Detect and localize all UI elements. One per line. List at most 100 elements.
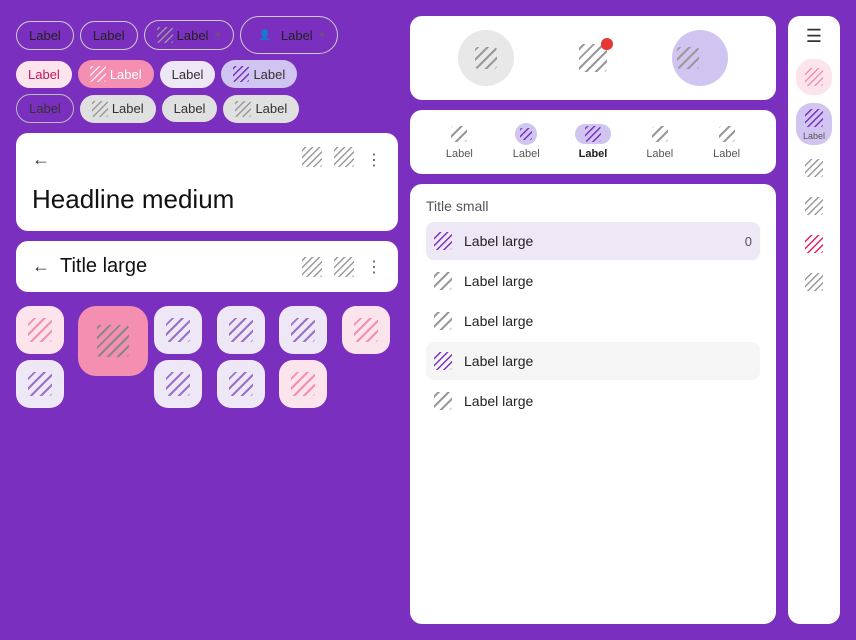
- chip-label: Label: [253, 67, 285, 82]
- close-icon[interactable]: ×: [319, 29, 325, 41]
- tab-icon-container: [642, 124, 678, 144]
- back-arrow-icon[interactable]: ←: [32, 149, 50, 170]
- list-item-icon: [434, 352, 452, 370]
- hatch-icon: [92, 101, 108, 117]
- tab-icon: [585, 126, 601, 142]
- rail-item[interactable]: [796, 191, 832, 221]
- chip[interactable]: Label: [80, 95, 156, 123]
- chip[interactable]: Label: [16, 21, 74, 50]
- fab-button[interactable]: [279, 360, 327, 408]
- tab-label: Label: [446, 148, 473, 160]
- rail-item-active[interactable]: Label: [796, 103, 832, 145]
- fab-button[interactable]: [217, 306, 265, 354]
- fab-icon: [291, 372, 315, 396]
- rail-item[interactable]: [796, 267, 832, 297]
- chip[interactable]: Label ×: [144, 20, 234, 50]
- tab-icon-container: [441, 124, 477, 144]
- rail-item[interactable]: [796, 153, 832, 183]
- title-large-bar: ← Title large ⋮: [16, 241, 398, 292]
- menu-icon[interactable]: ☰: [806, 26, 822, 47]
- fab-icon: [28, 318, 52, 342]
- fab-button[interactable]: [342, 306, 390, 354]
- chip[interactable]: Label: [221, 60, 297, 88]
- chip-label: Label: [255, 101, 287, 116]
- fab-button[interactable]: [16, 360, 64, 408]
- tab-item[interactable]: Label: [575, 124, 611, 160]
- list-item-label: Label large: [464, 233, 733, 249]
- close-icon[interactable]: ×: [214, 29, 220, 41]
- top-bar: ← ⋮: [32, 147, 382, 172]
- tab-icon: [451, 126, 467, 142]
- headline-card: ← ⋮ Headline medium: [16, 133, 398, 231]
- tab-item[interactable]: Label: [508, 124, 544, 160]
- chip-label: Label: [112, 101, 144, 116]
- avatar: 👤: [253, 23, 277, 47]
- fab-icon: [97, 325, 129, 357]
- chip-row-2: Label Label Label Label: [16, 60, 398, 88]
- list-item-icon: [434, 392, 452, 410]
- hatch-icon-2: [334, 147, 354, 172]
- hatch-icon: [90, 66, 106, 82]
- list-item[interactable]: Label large: [426, 262, 760, 300]
- menu-icon-2: [334, 257, 354, 277]
- tab-icon: [520, 128, 532, 140]
- list-item[interactable]: Label large: [426, 382, 760, 420]
- list-item-icon: [434, 312, 452, 330]
- hatch-icon: [475, 47, 497, 69]
- chip[interactable]: Label: [16, 94, 74, 123]
- back-arrow-icon[interactable]: ←: [32, 256, 50, 277]
- rail-icon-wrapper: [803, 107, 825, 129]
- fab-icon: [354, 318, 378, 342]
- more-options-icon[interactable]: ⋮: [366, 257, 382, 277]
- fab-button[interactable]: [279, 306, 327, 354]
- icon-circle: [458, 30, 514, 86]
- tab-icon-container: [508, 124, 544, 144]
- fab-button-large[interactable]: [78, 306, 148, 376]
- fab-grid: [16, 306, 398, 408]
- chip[interactable]: Label: [162, 95, 218, 122]
- fab-icon: [229, 318, 253, 342]
- chip[interactable]: 👤 Label ×: [240, 16, 338, 54]
- icon-row: 1: [426, 30, 760, 86]
- tab-item[interactable]: Label: [441, 124, 477, 160]
- rail-icon-wrapper: [803, 157, 825, 179]
- fab-button[interactable]: [154, 360, 202, 408]
- top-bar-icons: ⋮: [302, 147, 382, 172]
- rail-item[interactable]: [796, 229, 832, 259]
- tab-item[interactable]: Label: [709, 124, 745, 160]
- chip-label: Label: [281, 28, 313, 43]
- list-item[interactable]: Label large: [426, 342, 760, 380]
- fab-icon: [166, 318, 190, 342]
- more-options-icon[interactable]: ⋮: [366, 150, 382, 170]
- chip[interactable]: Label: [160, 61, 216, 88]
- chip-label: Label: [29, 28, 61, 43]
- tab-icon-container: [709, 124, 745, 144]
- menu-icon-2: [334, 147, 354, 167]
- headline-text: Headline medium: [32, 184, 382, 215]
- fab-button[interactable]: [16, 306, 64, 354]
- list-item[interactable]: Label large: [426, 302, 760, 340]
- tab-item[interactable]: Label: [642, 124, 678, 160]
- hatch-icon: [579, 44, 607, 72]
- fab-icon: [291, 318, 315, 342]
- rail-icon: [805, 68, 823, 86]
- fab-button[interactable]: [217, 360, 265, 408]
- rail-item-label: Label: [803, 131, 825, 141]
- chip-row-3: Label Label Label Label: [16, 94, 398, 123]
- hatch-icon: [235, 101, 251, 117]
- list-item-icon: [434, 232, 452, 250]
- icon-badge-wrapper: 1: [579, 44, 607, 72]
- chip[interactable]: Label: [80, 21, 138, 50]
- fab-icon: [28, 372, 52, 396]
- list-item-label: Label large: [464, 273, 752, 289]
- top-bar-icons: ⋮: [302, 257, 382, 277]
- chip-row-1: Label Label Label × 👤 Label ×: [16, 16, 398, 54]
- list-card: Title small Label large 0 Label large La…: [410, 184, 776, 624]
- chip[interactable]: Label: [78, 60, 154, 88]
- fab-button[interactable]: [154, 306, 202, 354]
- chip-label: Label: [174, 101, 206, 116]
- list-item[interactable]: Label large 0: [426, 222, 760, 260]
- chip[interactable]: Label: [223, 95, 299, 123]
- rail-fab[interactable]: [796, 59, 832, 95]
- chip[interactable]: Label: [16, 61, 72, 88]
